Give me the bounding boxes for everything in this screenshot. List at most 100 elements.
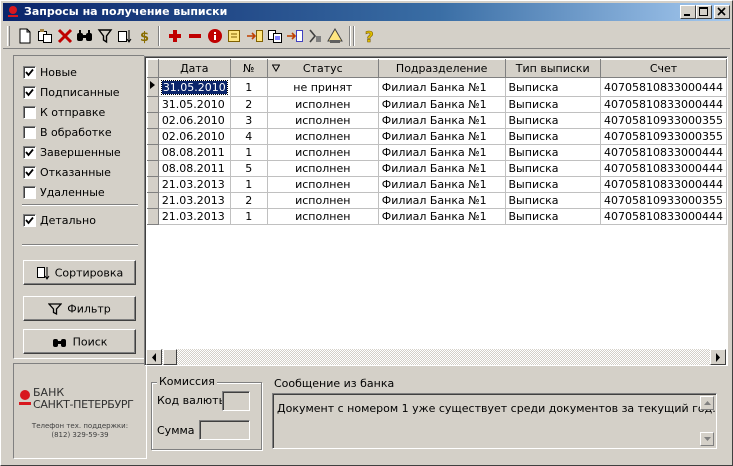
message-vertical-scrollbar[interactable]: [700, 396, 714, 446]
cell-date[interactable]: 21.03.2013: [158, 176, 231, 193]
row-indicator[interactable]: [147, 112, 159, 129]
cell-statement-type[interactable]: Выписка: [505, 144, 601, 161]
cell-date[interactable]: 31.05.2010: [158, 77, 231, 97]
remove-icon[interactable]: [185, 27, 205, 45]
export-icon[interactable]: [225, 27, 245, 45]
new-document-icon[interactable]: [15, 27, 35, 45]
cell-division[interactable]: Филиал Банка №1: [378, 96, 506, 113]
cell-status[interactable]: исполнен: [267, 160, 379, 177]
cell-number[interactable]: 2: [230, 192, 268, 209]
scroll-thumb[interactable]: [163, 349, 177, 365]
cell-account[interactable]: 40705810833000444: [600, 176, 727, 193]
sort-button[interactable]: Сортировка: [23, 260, 136, 285]
cell-number[interactable]: 3: [230, 112, 268, 129]
filter-button[interactable]: Фильтр: [23, 296, 136, 321]
checkbox-box[interactable]: [23, 146, 36, 159]
cell-status[interactable]: исполнен: [267, 112, 379, 129]
filter-icon[interactable]: [95, 27, 115, 45]
cell-account[interactable]: 40705810833000444: [600, 144, 727, 161]
maximize-button[interactable]: [696, 5, 712, 19]
sort-icon[interactable]: [115, 27, 135, 45]
cell-division[interactable]: Филиал Банка №1: [378, 208, 506, 225]
cell-number[interactable]: 5: [230, 160, 268, 177]
row-indicator[interactable]: [147, 77, 159, 97]
cell-date[interactable]: 08.08.2011: [158, 160, 231, 177]
cell-number[interactable]: 1: [230, 144, 268, 161]
calculator-icon[interactable]: [305, 27, 325, 45]
cell-division[interactable]: Филиал Банка №1: [378, 160, 506, 177]
delete-icon[interactable]: [55, 27, 75, 45]
cell-status[interactable]: не принят: [267, 77, 379, 97]
currency-icon[interactable]: $: [135, 27, 155, 45]
cell-number[interactable]: 4: [230, 128, 268, 145]
column-header-number[interactable]: №: [229, 59, 268, 78]
table-row[interactable]: 02.06.2010 4 исполнен Филиал Банка №1 Вы…: [147, 128, 727, 145]
minimize-button[interactable]: [680, 5, 696, 19]
cell-date[interactable]: 02.06.2010: [158, 128, 231, 145]
import-icon[interactable]: [245, 27, 265, 45]
cell-account[interactable]: 40705810833000444: [600, 77, 727, 97]
table-row[interactable]: 08.08.2011 1 исполнен Филиал Банка №1 Вы…: [147, 144, 727, 161]
cell-account[interactable]: 40705810833000444: [600, 208, 727, 225]
row-indicator[interactable]: [147, 192, 159, 209]
cell-date[interactable]: 21.03.2013: [158, 192, 231, 209]
info-icon[interactable]: [205, 27, 225, 45]
column-header-division[interactable]: Подразделение: [377, 59, 506, 78]
table-row[interactable]: 08.08.2011 5 исполнен Филиал Банка №1 Вы…: [147, 160, 727, 177]
cell-statement-type[interactable]: Выписка: [505, 77, 601, 97]
sign-icon[interactable]: [325, 27, 345, 45]
cell-division[interactable]: Филиал Банка №1: [378, 144, 506, 161]
send-icon[interactable]: [285, 27, 305, 45]
column-header-status[interactable]: Статус: [266, 59, 379, 78]
cell-date[interactable]: 08.08.2011: [158, 144, 231, 161]
bank-message-box[interactable]: Документ с номером 1 уже существует сред…: [272, 393, 717, 449]
requests-grid[interactable]: Дата № Статус Подразделение Тип выписки …: [144, 56, 728, 366]
scroll-right-button[interactable]: [710, 349, 726, 365]
cell-number[interactable]: 2: [230, 96, 268, 113]
checkbox-box[interactable]: [23, 186, 36, 199]
cell-statement-type[interactable]: Выписка: [505, 176, 601, 193]
cell-status[interactable]: исполнен: [267, 176, 379, 193]
column-header-account[interactable]: Счет: [599, 59, 727, 78]
row-indicator[interactable]: [147, 144, 159, 161]
cell-status[interactable]: исполнен: [267, 208, 379, 225]
checkbox-box[interactable]: [23, 166, 36, 179]
help-icon[interactable]: ?: [360, 27, 380, 45]
cell-statement-type[interactable]: Выписка: [505, 128, 601, 145]
cell-number[interactable]: 1: [230, 208, 268, 225]
column-header-date[interactable]: Дата: [157, 59, 231, 78]
cell-statement-type[interactable]: Выписка: [505, 112, 601, 129]
row-indicator[interactable]: [147, 128, 159, 145]
scroll-down-button[interactable]: [700, 432, 714, 446]
checkbox-box[interactable]: [23, 86, 36, 99]
cell-account[interactable]: 40705810833000444: [600, 160, 727, 177]
cell-division[interactable]: Филиал Банка №1: [378, 128, 506, 145]
cell-division[interactable]: Филиал Банка №1: [378, 176, 506, 193]
table-row[interactable]: 02.06.2010 3 исполнен Филиал Банка №1 Вы…: [147, 112, 727, 129]
table-row[interactable]: 31.05.2010 2 исполнен Филиал Банка №1 Вы…: [147, 96, 727, 113]
row-indicator[interactable]: [147, 96, 159, 113]
close-button[interactable]: [714, 5, 730, 19]
currency-code-field[interactable]: [222, 391, 250, 411]
cell-account[interactable]: 40705810933000355: [600, 112, 727, 129]
toolbar-grip[interactable]: [7, 26, 10, 46]
cell-division[interactable]: Филиал Банка №1: [378, 192, 506, 209]
print-icon[interactable]: [265, 27, 285, 45]
table-row[interactable]: 21.03.2013 1 исполнен Филиал Банка №1 Вы…: [147, 208, 727, 225]
cell-status[interactable]: исполнен: [267, 128, 379, 145]
checkbox-box[interactable]: [23, 214, 36, 227]
add-icon[interactable]: [165, 27, 185, 45]
cell-date[interactable]: 02.06.2010: [158, 112, 231, 129]
scroll-up-button[interactable]: [700, 396, 714, 410]
row-indicator[interactable]: [147, 160, 159, 177]
find-icon[interactable]: [75, 27, 95, 45]
amount-field[interactable]: [199, 420, 250, 440]
copy-icon[interactable]: [35, 27, 55, 45]
cell-statement-type[interactable]: Выписка: [505, 96, 601, 113]
cell-account[interactable]: 40705810833000444: [600, 96, 727, 113]
row-indicator[interactable]: [147, 176, 159, 193]
search-button[interactable]: Поиск: [23, 329, 136, 354]
scroll-left-button[interactable]: [146, 349, 162, 365]
title-bar[interactable]: Запросы на получение выписки: [3, 3, 730, 21]
cell-division[interactable]: Филиал Банка №1: [378, 77, 506, 97]
